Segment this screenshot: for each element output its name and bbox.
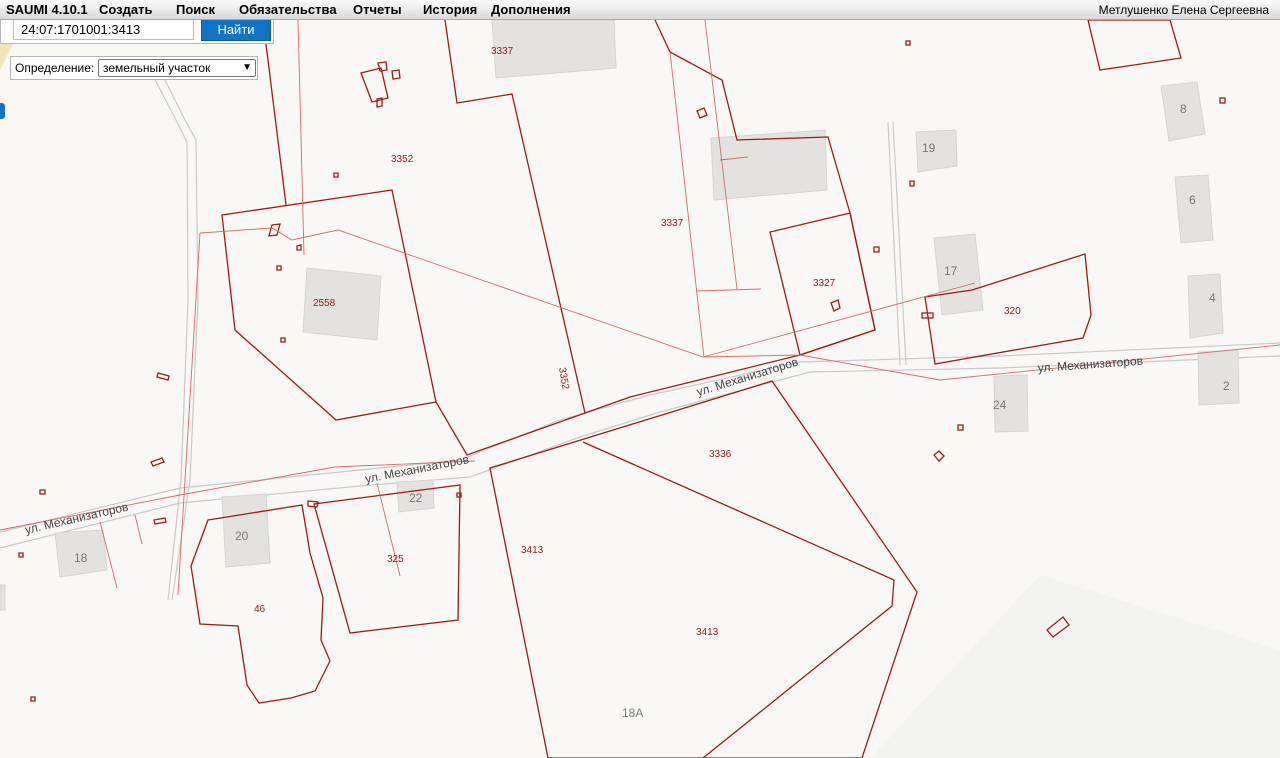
parcel-label: 3352 bbox=[391, 154, 414, 165]
definition-selected-value: земельный участок bbox=[103, 61, 211, 75]
house-number: 20 bbox=[235, 529, 249, 543]
parcel-label: 3337 bbox=[661, 218, 684, 229]
house-number: 6 bbox=[1189, 193, 1196, 207]
house-number: 8 bbox=[1180, 102, 1187, 116]
menu-search[interactable]: Поиск bbox=[176, 2, 215, 17]
house-number: 24 bbox=[993, 398, 1007, 412]
parcel-label: 2558 bbox=[313, 298, 336, 309]
definition-panel: Определение: земельный участок ▼ bbox=[10, 56, 258, 80]
parcel-label: 3327 bbox=[813, 278, 836, 289]
find-button[interactable]: Найти bbox=[201, 18, 271, 41]
cadastral-number-input[interactable] bbox=[13, 18, 194, 40]
parcel-label: 3337 bbox=[491, 46, 514, 57]
menu-create[interactable]: Создать bbox=[99, 2, 152, 17]
parcel-label: 3413 bbox=[521, 545, 544, 556]
menu-bar: SAUMI 4.10.1 Создать Поиск Обязательства… bbox=[0, 0, 1280, 20]
parcel-label: 325 bbox=[387, 554, 404, 565]
house-number: 17 bbox=[944, 264, 958, 278]
parcel-label: 46 bbox=[254, 604, 266, 615]
house-number: 22 bbox=[409, 491, 423, 505]
app-title: SAUMI 4.10.1 bbox=[6, 2, 88, 17]
parcel-label: 3413 bbox=[696, 627, 719, 638]
definition-select[interactable]: земельный участок ▼ bbox=[98, 59, 256, 77]
parcel-label: 320 bbox=[1004, 306, 1021, 317]
search-panel: Найти bbox=[0, 18, 274, 44]
menu-obligations[interactable]: Обязательства bbox=[239, 2, 337, 17]
definition-label: Определение: bbox=[15, 61, 95, 75]
house-number: 19 bbox=[922, 141, 936, 155]
menu-addons[interactable]: Дополнения bbox=[491, 2, 571, 17]
menu-history[interactable]: История bbox=[423, 2, 477, 17]
menu-reports[interactable]: Отчеты bbox=[353, 2, 402, 17]
house-number: 18А bbox=[622, 706, 643, 720]
parcel-label: 3336 bbox=[709, 449, 732, 460]
house-number: 4 bbox=[1209, 291, 1216, 305]
chevron-down-icon: ▼ bbox=[242, 62, 252, 73]
cadastral-map[interactable]: 3337 3352 3337 3327 2558 320 3352 3336 3… bbox=[0, 20, 1280, 758]
house-number: 2 bbox=[1223, 379, 1230, 393]
house-number: 18 bbox=[74, 551, 88, 565]
side-panel-toggle[interactable] bbox=[0, 103, 5, 119]
current-user-name[interactable]: Метлушенко Елена Сергеевна bbox=[1099, 3, 1269, 17]
